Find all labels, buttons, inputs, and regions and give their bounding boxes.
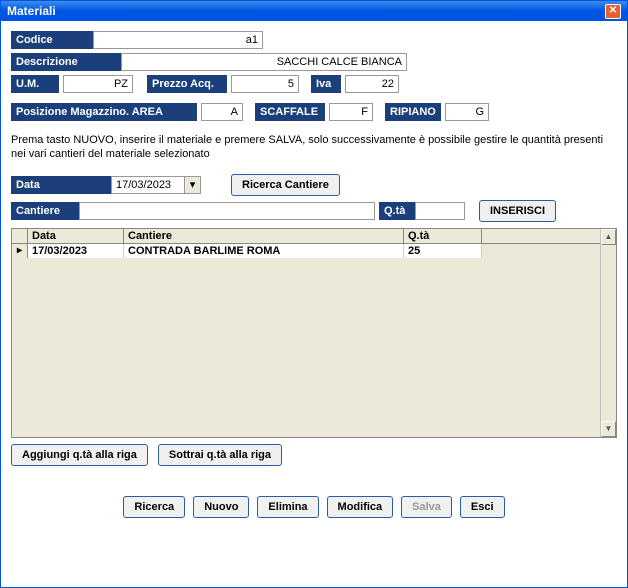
grid-row[interactable]: ▸ 17/03/2023 CONTRADA BARLIME ROMA 25: [12, 244, 600, 258]
scaffale-label: SCAFFALE: [255, 103, 325, 121]
close-button[interactable]: ✕: [605, 4, 621, 19]
modifica-button[interactable]: Modifica: [327, 496, 394, 518]
sottrai-button[interactable]: Sottrai q.tà alla riga: [158, 444, 282, 466]
descrizione-label: Descrizione: [11, 53, 121, 71]
grid-cell-qta[interactable]: 25: [404, 244, 482, 258]
grid-header: Data Cantiere Q.tà: [12, 229, 600, 244]
cantiere-label: Cantiere: [11, 202, 79, 220]
um-label: U.M.: [11, 75, 59, 93]
grid-body[interactable]: ▸ 17/03/2023 CONTRADA BARLIME ROMA 25: [12, 244, 600, 434]
codice-label: Codice: [11, 31, 93, 49]
grid: Data Cantiere Q.tà ▸ 17/03/2023 CONTRADA…: [11, 228, 617, 438]
elimina-button[interactable]: Elimina: [257, 496, 318, 518]
prezzo-input[interactable]: [231, 75, 299, 93]
codice-input[interactable]: [93, 31, 263, 49]
grid-header-data[interactable]: Data: [28, 229, 124, 243]
data-input[interactable]: [111, 176, 185, 194]
instruction-text: Prema tasto NUOVO, inserire il materiale…: [11, 133, 617, 162]
salva-button[interactable]: Salva: [401, 496, 452, 518]
grid-row-indicator: ▸: [12, 244, 28, 258]
qta-label: Q.tà: [379, 202, 415, 220]
scaffale-input[interactable]: [329, 103, 373, 121]
um-input[interactable]: [63, 75, 133, 93]
inserisci-button[interactable]: INSERISCI: [479, 200, 556, 222]
grid-header-selector: [12, 229, 28, 243]
scroll-down-icon[interactable]: ▼: [601, 421, 616, 437]
ricerca-button[interactable]: Ricerca: [123, 496, 185, 518]
cantiere-input[interactable]: [79, 202, 375, 220]
posizione-label: Posizione Magazzino. AREA: [11, 103, 197, 121]
aggiungi-button[interactable]: Aggiungi q.tà alla riga: [11, 444, 148, 466]
data-label: Data: [11, 176, 111, 194]
grid-cell-data[interactable]: 17/03/2023: [28, 244, 124, 258]
grid-scrollbar[interactable]: ▲ ▼: [600, 229, 616, 437]
window-title: Materiali: [7, 4, 56, 18]
prezzo-label: Prezzo Acq.: [147, 75, 227, 93]
esci-button[interactable]: Esci: [460, 496, 505, 518]
date-dropdown-button[interactable]: ▾: [185, 176, 201, 194]
qta-input[interactable]: [415, 202, 465, 220]
materiali-window: Materiali ✕ Codice Descrizione U.M. Prez…: [0, 0, 628, 588]
posizione-input[interactable]: [201, 103, 243, 121]
ripiano-input[interactable]: [445, 103, 489, 121]
grid-cell-cantiere[interactable]: CONTRADA BARLIME ROMA: [124, 244, 404, 258]
grid-header-cantiere[interactable]: Cantiere: [124, 229, 404, 243]
iva-input[interactable]: [345, 75, 399, 93]
scroll-up-icon[interactable]: ▲: [601, 229, 616, 245]
iva-label: Iva: [311, 75, 341, 93]
ricerca-cantiere-button[interactable]: Ricerca Cantiere: [231, 174, 340, 196]
ripiano-label: RIPIANO: [385, 103, 441, 121]
descrizione-input[interactable]: [121, 53, 407, 71]
nuovo-button[interactable]: Nuovo: [193, 496, 249, 518]
grid-header-spacer: [482, 229, 600, 243]
titlebar: Materiali ✕: [1, 1, 627, 21]
grid-header-qta[interactable]: Q.tà: [404, 229, 482, 243]
grid-cell-spacer: [482, 244, 600, 258]
